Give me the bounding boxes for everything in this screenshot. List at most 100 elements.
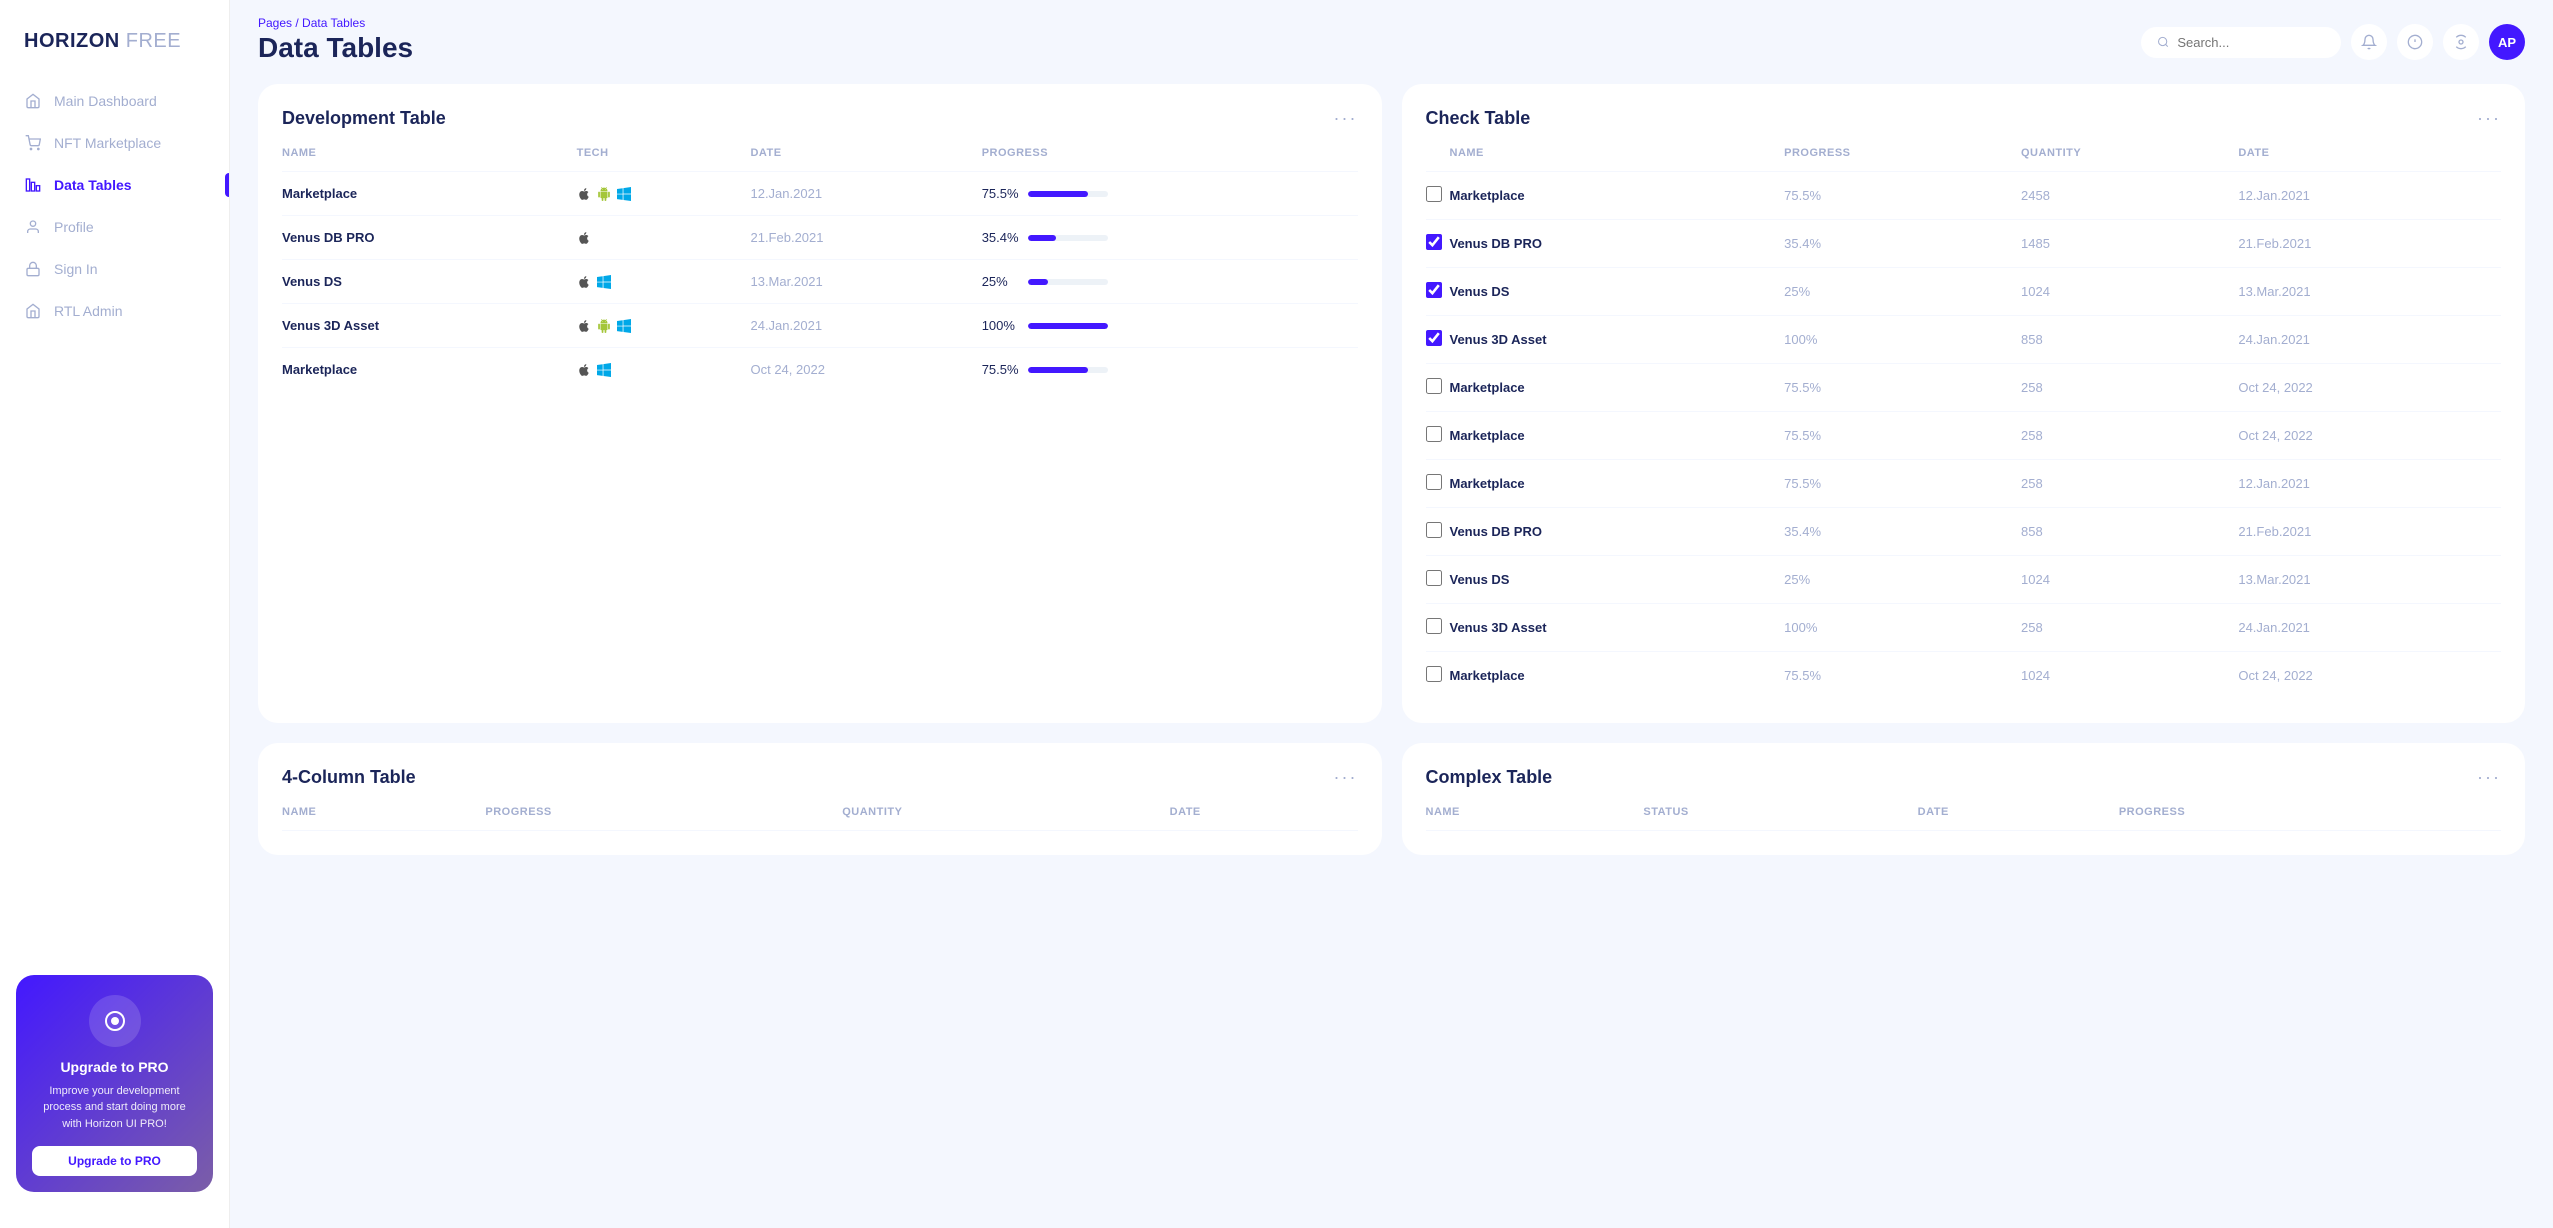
more-options-button[interactable]: ··· [1334, 108, 1358, 129]
more-options-button[interactable]: ··· [2477, 767, 2501, 788]
tech-icon [577, 231, 591, 245]
row-checkbox[interactable] [1426, 234, 1442, 250]
cell-date: 12.Jan.2021 [2238, 460, 2501, 508]
search-icon [2157, 35, 2169, 49]
sidebar-item-main-dashboard[interactable]: Main Dashboard [0, 81, 229, 121]
sidebar-item-label: NFT Marketplace [54, 135, 161, 151]
cell-name: Venus DB PRO [1450, 508, 1785, 556]
cell-quantity: 1485 [2021, 220, 2238, 268]
info-icon[interactable] [2397, 24, 2433, 60]
table-row: Marketplace 75.5% 2458 12.Jan.2021 [1426, 172, 2502, 220]
cell-progress: 75.5% [1784, 364, 2021, 412]
cell-progress: 75.5% [982, 172, 1358, 216]
cell-date: 24.Jan.2021 [2238, 316, 2501, 364]
sidebar-item-rtl-admin[interactable]: RTL Admin [0, 291, 229, 331]
row-checkbox[interactable] [1426, 618, 1442, 634]
cell-checkbox[interactable] [1426, 460, 1450, 508]
card-header: Complex Table ··· [1426, 767, 2502, 788]
four-col-table: NAME PROGRESS QUANTITY DATE [282, 806, 1358, 831]
cell-checkbox[interactable] [1426, 604, 1450, 652]
cell-date: 12.Jan.2021 [750, 172, 981, 216]
complex-table: NAME STATUS DATE PROGRESS [1426, 806, 2502, 831]
sidebar-item-nft-marketplace[interactable]: NFT Marketplace [0, 123, 229, 163]
more-options-button[interactable]: ··· [2477, 108, 2501, 129]
cell-progress: 100% [1784, 604, 2021, 652]
cell-quantity: 1024 [2021, 652, 2238, 700]
cell-date: 21.Feb.2021 [2238, 508, 2501, 556]
cell-date: 24.Jan.2021 [2238, 604, 2501, 652]
breadcrumb-root: Pages [258, 16, 292, 30]
upgrade-card: Upgrade to PRO Improve your development … [16, 975, 213, 1193]
breadcrumb-current: Data Tables [302, 16, 365, 30]
cell-checkbox[interactable] [1426, 412, 1450, 460]
cell-checkbox[interactable] [1426, 508, 1450, 556]
row-checkbox[interactable] [1426, 186, 1442, 202]
upgrade-description: Improve your development process and sta… [32, 1083, 197, 1133]
brand-name-light: FREE [120, 30, 181, 52]
cell-quantity: 258 [2021, 412, 2238, 460]
cell-progress: 35.4% [1784, 508, 2021, 556]
table-row: Marketplace Oct 24, 2022 75.5% [282, 348, 1358, 392]
cell-quantity: 858 [2021, 316, 2238, 364]
cell-checkbox[interactable] [1426, 172, 1450, 220]
avatar[interactable]: AP [2489, 24, 2525, 60]
tech-icon [597, 319, 611, 333]
search-input[interactable] [2177, 35, 2325, 50]
development-table: NAME TECH DATE PROGRESS Marketplace 12.J… [282, 147, 1358, 391]
cell-date: 24.Jan.2021 [750, 304, 981, 348]
sidebar-item-sign-in[interactable]: Sign In [0, 249, 229, 289]
cell-progress: 35.4% [982, 216, 1358, 260]
cell-name: Venus DB PRO [282, 216, 577, 260]
cell-date: 13.Mar.2021 [750, 260, 981, 304]
row-checkbox[interactable] [1426, 570, 1442, 586]
cell-checkbox[interactable] [1426, 316, 1450, 364]
row-checkbox[interactable] [1426, 474, 1442, 490]
cell-name: Venus DS [1450, 268, 1785, 316]
table-row: Venus DB PRO 35.4% 858 21.Feb.2021 [1426, 508, 2502, 556]
col-date: DATE [750, 147, 981, 172]
row-checkbox[interactable] [1426, 282, 1442, 298]
card-header: 4-Column Table ··· [282, 767, 1358, 788]
notification-icon[interactable] [2351, 24, 2387, 60]
tech-icon [597, 187, 611, 201]
cell-name: Venus DB PRO [1450, 220, 1785, 268]
col-status: STATUS [1643, 806, 1917, 831]
upgrade-button[interactable]: Upgrade to PRO [32, 1146, 197, 1176]
tech-icon [577, 187, 591, 201]
card-header: Check Table ··· [1426, 108, 2502, 129]
row-checkbox[interactable] [1426, 426, 1442, 442]
cell-progress: 25% [1784, 268, 2021, 316]
development-table-card: Development Table ··· NAME TECH DATE PRO… [258, 84, 1382, 723]
table-row: Venus DS 25% 1024 13.Mar.2021 [1426, 556, 2502, 604]
sidebar-item-data-tables[interactable]: Data Tables [0, 165, 229, 205]
more-options-button[interactable]: ··· [1334, 767, 1358, 788]
cell-date: Oct 24, 2022 [750, 348, 981, 392]
row-checkbox[interactable] [1426, 330, 1442, 346]
four-col-table-card: 4-Column Table ··· NAME PROGRESS QUANTIT… [258, 743, 1382, 855]
cell-quantity: 258 [2021, 604, 2238, 652]
cell-checkbox[interactable] [1426, 268, 1450, 316]
cell-checkbox[interactable] [1426, 220, 1450, 268]
tech-icon [577, 275, 591, 289]
table-row: Venus 3D Asset 100% 258 24.Jan.2021 [1426, 604, 2502, 652]
check-table: NAME PROGRESS QUANTITY DATE Marketplace … [1426, 147, 2502, 699]
sidebar-item-profile[interactable]: Profile [0, 207, 229, 247]
cell-date: 13.Mar.2021 [2238, 556, 2501, 604]
table-row: Venus DS 13.Mar.2021 25% [282, 260, 1358, 304]
search-box[interactable] [2141, 27, 2341, 58]
col-progress: PROGRESS [982, 147, 1358, 172]
cell-checkbox[interactable] [1426, 364, 1450, 412]
row-checkbox[interactable] [1426, 378, 1442, 394]
sidebar-item-label: Data Tables [54, 177, 132, 193]
cell-checkbox[interactable] [1426, 556, 1450, 604]
card-title: Check Table [1426, 108, 1531, 129]
settings-icon[interactable] [2443, 24, 2479, 60]
tech-icon [617, 187, 631, 201]
row-checkbox[interactable] [1426, 522, 1442, 538]
row-checkbox[interactable] [1426, 666, 1442, 682]
cell-date: 13.Mar.2021 [2238, 268, 2501, 316]
cell-tech [577, 172, 751, 216]
cell-progress: 25% [982, 260, 1358, 304]
col-date: DATE [1170, 806, 1358, 831]
cell-checkbox[interactable] [1426, 652, 1450, 700]
